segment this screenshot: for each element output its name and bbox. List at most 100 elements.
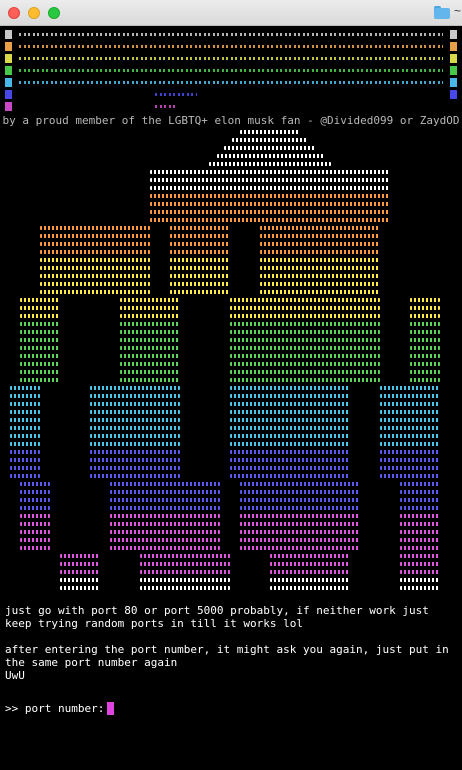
ascii-art-run bbox=[20, 362, 60, 366]
ascii-art-run bbox=[170, 226, 230, 230]
ascii-art-run bbox=[240, 130, 300, 134]
ascii-art-run bbox=[110, 514, 220, 518]
ascii-art-run bbox=[260, 242, 380, 246]
ascii-art-run bbox=[240, 482, 360, 486]
close-window-button[interactable] bbox=[8, 7, 20, 19]
ascii-art-run bbox=[410, 378, 440, 382]
ascii-banner bbox=[5, 30, 457, 112]
ascii-art-run bbox=[20, 482, 50, 486]
minimize-window-button[interactable] bbox=[28, 7, 40, 19]
ascii-art-run bbox=[170, 234, 230, 238]
ascii-art-run bbox=[230, 362, 380, 366]
ascii-art-run bbox=[400, 498, 440, 502]
ascii-art-run bbox=[40, 242, 150, 246]
ascii-art-run bbox=[400, 562, 440, 566]
ascii-art-run bbox=[240, 538, 360, 542]
ascii-art-run bbox=[150, 202, 390, 206]
ascii-art-run bbox=[380, 450, 440, 454]
ascii-art-run bbox=[90, 450, 180, 454]
terminal-output[interactable]: by a proud member of the LGBTQ+ elon mus… bbox=[0, 26, 462, 770]
ascii-art-run bbox=[40, 258, 150, 262]
ascii-art-run bbox=[270, 570, 350, 574]
ascii-art-run bbox=[170, 274, 230, 278]
ascii-art-run bbox=[60, 554, 100, 558]
instruction-line: the same port number again bbox=[5, 656, 178, 669]
ascii-art-run bbox=[170, 242, 230, 246]
ascii-art-run bbox=[170, 282, 230, 286]
ascii-art-run bbox=[90, 474, 180, 478]
ascii-art-run bbox=[20, 538, 50, 542]
ascii-art-run bbox=[90, 458, 180, 462]
ascii-art-run bbox=[230, 386, 350, 390]
ascii-art-run bbox=[120, 354, 180, 358]
ascii-art-run bbox=[120, 370, 180, 374]
ascii-art-run bbox=[400, 554, 440, 558]
ascii-art-run bbox=[170, 266, 230, 270]
ascii-art-run bbox=[20, 298, 60, 302]
banner-row bbox=[5, 42, 457, 52]
banner-subtitle: by a proud member of the LGBTQ+ elon mus… bbox=[2, 114, 460, 127]
ascii-art-run bbox=[110, 530, 220, 534]
ascii-art-run bbox=[110, 538, 220, 542]
ascii-art-run bbox=[40, 282, 150, 286]
ascii-art-run bbox=[120, 298, 180, 302]
ascii-art-run bbox=[40, 290, 150, 294]
ascii-art-run bbox=[20, 370, 60, 374]
ascii-art-run bbox=[20, 338, 60, 342]
ascii-art-run bbox=[10, 394, 40, 398]
ascii-art-run bbox=[230, 434, 350, 438]
ascii-art-run bbox=[380, 458, 440, 462]
banner-row bbox=[5, 78, 457, 88]
ascii-art-run bbox=[260, 226, 380, 230]
ascii-art-run bbox=[20, 522, 50, 526]
ascii-art-run bbox=[240, 506, 360, 510]
ascii-art-run bbox=[90, 386, 180, 390]
ascii-art-run bbox=[90, 418, 180, 422]
ascii-art-run bbox=[150, 194, 390, 198]
ascii-art-run bbox=[120, 322, 180, 326]
ascii-art-run bbox=[240, 490, 360, 494]
ascii-art-run bbox=[230, 354, 380, 358]
ascii-art-run bbox=[400, 530, 440, 534]
ascii-art-run bbox=[90, 394, 180, 398]
ascii-art-run bbox=[90, 434, 180, 438]
ascii-art-run bbox=[10, 466, 40, 470]
ascii-art-run bbox=[10, 386, 40, 390]
ascii-art-run bbox=[260, 282, 380, 286]
ascii-art-run bbox=[90, 466, 180, 470]
banner-row bbox=[5, 54, 457, 64]
ascii-art-run bbox=[230, 338, 380, 342]
ascii-art-run bbox=[380, 434, 440, 438]
ascii-art-run bbox=[110, 546, 220, 550]
ascii-art-run bbox=[20, 346, 60, 350]
ascii-art-run bbox=[230, 418, 350, 422]
text-cursor[interactable] bbox=[107, 702, 115, 715]
ascii-art-run bbox=[20, 322, 60, 326]
ascii-art-run bbox=[20, 506, 50, 510]
ascii-art-run bbox=[240, 546, 360, 550]
port-number-prompt[interactable]: >> port number: bbox=[5, 702, 115, 715]
uwu-line: UwU bbox=[5, 669, 25, 682]
ascii-art-run bbox=[240, 498, 360, 502]
ascii-art-run bbox=[20, 498, 50, 502]
ascii-art-run bbox=[410, 298, 440, 302]
ascii-art-run bbox=[380, 394, 440, 398]
ascii-art-run bbox=[20, 514, 50, 518]
ascii-art-run bbox=[240, 514, 360, 518]
zoom-window-button[interactable] bbox=[48, 7, 60, 19]
ascii-art-run bbox=[20, 490, 50, 494]
ascii-art-run bbox=[140, 570, 230, 574]
ascii-art-run bbox=[240, 530, 360, 534]
ascii-art-run bbox=[20, 354, 60, 358]
ascii-art-run bbox=[120, 338, 180, 342]
ascii-art-run bbox=[230, 458, 350, 462]
ascii-art-run bbox=[140, 586, 230, 590]
ascii-art-run bbox=[20, 330, 60, 334]
ascii-art-run bbox=[10, 450, 40, 454]
ascii-art-run bbox=[110, 522, 220, 526]
instruction-line: keep trying random ports in till it work… bbox=[5, 617, 304, 630]
ascii-art-run bbox=[230, 474, 350, 478]
ascii-art-run bbox=[120, 362, 180, 366]
ascii-art-run bbox=[90, 442, 180, 446]
ascii-art-run bbox=[150, 218, 390, 222]
